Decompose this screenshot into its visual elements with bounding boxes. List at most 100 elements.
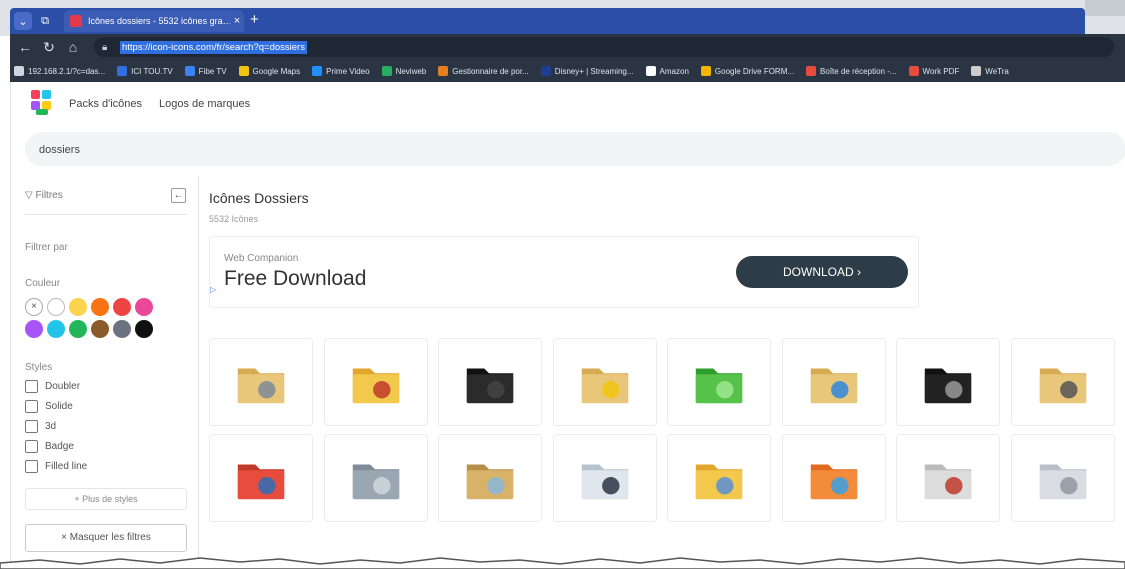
trash-folder-icon	[924, 368, 972, 404]
more-styles-label: Plus de styles	[82, 494, 138, 504]
icon-tile[interactable]	[896, 338, 1000, 426]
color-swatch-cyan[interactable]	[47, 320, 65, 338]
style-option-badge[interactable]: Badge	[25, 440, 74, 453]
bookmark-label: 192.168.2.1/?c=das...	[28, 66, 106, 76]
color-swatch-gray[interactable]	[113, 320, 131, 338]
bookmark-item[interactable]: Boîte de réception -...	[806, 66, 897, 76]
icon-tile[interactable]	[667, 338, 771, 426]
bookmark-label: ICI TOU.TV	[131, 66, 173, 76]
style-option-solide[interactable]: Solide	[25, 400, 73, 413]
bookmark-item[interactable]: Disney+ | Streaming...	[540, 66, 634, 76]
icon-tile[interactable]	[438, 434, 542, 522]
page-title: Icônes Dossiers	[209, 190, 309, 206]
more-styles-button[interactable]: + Plus de styles	[25, 488, 187, 510]
bookmark-label: Disney+ | Streaming...	[554, 66, 634, 76]
style-option-doubler[interactable]: Doubler	[25, 380, 80, 393]
star-folder-icon	[581, 368, 628, 404]
workspaces-icon[interactable]: ⧉	[36, 12, 54, 30]
bookmark-label: Work PDF	[922, 66, 960, 76]
icon-tile[interactable]	[781, 338, 886, 426]
color-swatch-pink[interactable]	[135, 298, 153, 316]
bookmarks-bar: 192.168.2.1/?c=das... ICI TOU.TV Fibe TV Go…	[10, 60, 1125, 82]
bookmark-item[interactable]: Google Drive FORM...	[700, 66, 794, 76]
style-option-3d[interactable]: 3d	[25, 420, 56, 433]
ad-choices-icon[interactable]: ▷	[210, 285, 216, 294]
result-count: 5532 Icônes	[209, 214, 259, 224]
icon-tile[interactable]	[896, 434, 1000, 522]
torn-edge	[0, 557, 1125, 569]
icon-tile[interactable]	[1010, 434, 1115, 522]
bookmark-item[interactable]: ICI TOU.TV	[117, 66, 173, 76]
color-swatch-black[interactable]	[135, 320, 153, 338]
site-logo-icon[interactable]	[31, 90, 53, 116]
icon-tile[interactable]	[209, 434, 313, 522]
bookmark-item[interactable]: WeTra	[971, 66, 1009, 76]
browser-tab[interactable]: Icônes dossiers - 5532 icônes gra… ×	[64, 10, 244, 32]
icon-tile[interactable]	[552, 434, 657, 522]
checkbox[interactable]	[25, 380, 38, 393]
tab-menu-icon[interactable]: ⌄	[14, 12, 32, 30]
icon-tile[interactable]	[209, 338, 313, 426]
bookmark-item[interactable]: Neviweb	[381, 66, 427, 76]
icon-tile[interactable]	[438, 338, 542, 426]
checkbox[interactable]	[25, 460, 38, 473]
bookmark-item[interactable]: Amazon	[645, 66, 689, 76]
color-swatch-white[interactable]	[47, 298, 65, 316]
color-swatch-yellow[interactable]	[69, 298, 87, 316]
bookmark-icon	[117, 66, 128, 76]
color-swatch-red[interactable]	[113, 298, 131, 316]
ad-source: Web Companion	[224, 253, 299, 264]
search-input[interactable]: dossiers	[25, 132, 1125, 166]
ad-download-button[interactable]: DOWNLOAD ›	[736, 256, 908, 288]
color-swatch-orange[interactable]	[91, 298, 109, 316]
new-tab-icon[interactable]: +	[250, 12, 259, 28]
style-option-label: Filled line	[45, 461, 88, 472]
reload-icon[interactable]: ↻	[40, 38, 58, 56]
clear-color-icon[interactable]: ×	[25, 298, 43, 316]
bookmark-icon	[645, 66, 656, 76]
icon-tile[interactable]	[323, 338, 428, 426]
bookmark-icon	[312, 66, 323, 76]
bookmark-item[interactable]: Google Maps	[238, 66, 300, 76]
style-option-label: Doubler	[45, 381, 81, 392]
url-field[interactable]: 🔒︎ https://icon-icons.com/fr/search?q=do…	[94, 37, 1114, 57]
bookmark-item[interactable]: Fibe TV	[184, 66, 227, 76]
red-drawer-folder-icon	[237, 464, 285, 500]
checkbox[interactable]	[25, 440, 38, 453]
home-icon[interactable]: ⌂	[64, 38, 82, 56]
divider	[25, 214, 187, 215]
bookmark-item[interactable]: 192.168.2.1/?c=das...	[14, 66, 105, 76]
bookmark-item[interactable]: Work PDF	[908, 66, 960, 76]
checkbox[interactable]	[25, 400, 38, 413]
icon-tile[interactable]	[1010, 338, 1115, 426]
icon-tile[interactable]	[323, 434, 428, 522]
heart-folder-icon	[924, 464, 972, 500]
printer-folder-icon	[1039, 368, 1086, 404]
bookmark-label: Fibe TV	[198, 66, 227, 76]
color-swatch-green[interactable]	[69, 320, 87, 338]
web-page: Packs d'icônes Logos de marques dossiers…	[10, 82, 1125, 569]
hide-filters-button[interactable]: × Masquer les filtres	[25, 524, 187, 552]
collapse-sidebar-icon[interactable]: ←	[171, 188, 186, 203]
icon-tile[interactable]	[552, 338, 657, 426]
bookmark-label: Gestionnaire de por...	[452, 66, 529, 76]
bookmark-item[interactable]: Gestionnaire de por...	[438, 66, 529, 76]
filters-toggle[interactable]: ▽ Filtres	[25, 190, 63, 201]
checkbox[interactable]	[25, 420, 38, 433]
bookmark-item[interactable]: Prime Video	[312, 66, 370, 76]
style-option-filled-line[interactable]: Filled line	[25, 460, 87, 473]
bookmark-label: Neviweb	[395, 66, 427, 76]
hide-filters-label: Masquer les filtres	[69, 532, 151, 543]
brand-logos-link[interactable]: Logos de marques	[159, 98, 250, 110]
close-tab-icon[interactable]: ×	[230, 15, 244, 27]
icon-tile[interactable]	[781, 434, 886, 522]
style-option-label: 3d	[45, 421, 57, 432]
ad-banner[interactable]: Web Companion Free Download DOWNLOAD › ▷	[209, 236, 919, 308]
tab-strip: ⌄ ⧉ Icônes dossiers - 5532 icônes gra… ×…	[10, 8, 1085, 34]
color-swatch-brown[interactable]	[91, 320, 109, 338]
icon-packs-link[interactable]: Packs d'icônes	[69, 98, 142, 110]
gray-folders-icon	[1039, 464, 1086, 500]
icon-tile[interactable]	[667, 434, 771, 522]
color-swatch-purple[interactable]	[25, 320, 43, 338]
back-icon[interactable]: ←	[16, 38, 34, 56]
